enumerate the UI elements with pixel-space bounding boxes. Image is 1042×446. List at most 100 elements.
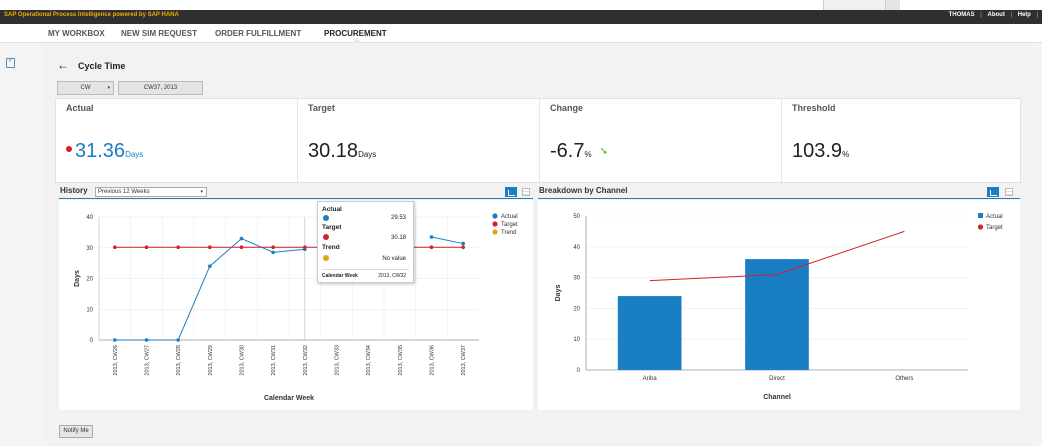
tooltip-target-label: Target [322, 224, 342, 231]
tooltip-divider [322, 269, 409, 270]
kpi-label: Actual [66, 103, 94, 113]
task-check-icon[interactable] [6, 56, 15, 68]
notify-me-button[interactable]: Notify Me [59, 425, 93, 438]
chevron-down-icon: ▾ [200, 189, 203, 195]
data-point-target [429, 245, 434, 249]
y-axis-title: Days [555, 285, 562, 302]
y-tick-label: 0 [90, 338, 94, 344]
kpi-target-number: 30.18 [308, 140, 359, 162]
data-point-target [144, 245, 149, 249]
data-point-actual [239, 236, 244, 241]
data-point-actual [144, 338, 149, 342]
bar-ariba [617, 296, 682, 370]
tooltip-week-value: 2013, CW32 [378, 273, 406, 279]
actual-dot-icon [323, 215, 329, 221]
data-point-target [208, 245, 212, 249]
kpi-label: Threshold [792, 103, 836, 113]
x-tick-label: Ariba [643, 376, 658, 382]
app-header: SAP Operational Process Intelligence pow… [0, 10, 1042, 24]
kpi-unit: % [584, 150, 592, 159]
help-link[interactable]: Help [1018, 12, 1031, 18]
kpi-threshold-number: 103.9 [792, 140, 843, 162]
x-tick-label: 2013, CW27 [145, 345, 151, 376]
data-point-target [176, 245, 180, 249]
x-tick-label: Direct [769, 376, 785, 382]
x-tick-label: 2013, CW35 [398, 345, 404, 376]
kpi-panel: Actual 31.36Days Target 30.18Days Change… [55, 98, 1022, 184]
data-point-target [303, 245, 307, 249]
tooltip-week-label: Calendar Week [322, 273, 358, 279]
y-tick-label: 0 [577, 368, 581, 374]
chart-tooltip: Actual 29.53 Target 30.18 Trend No value… [317, 201, 414, 283]
series-line-actual [114, 237, 305, 341]
y-tick-label: 20 [573, 306, 580, 312]
data-point-actual [429, 235, 434, 239]
tooltip-trend-value: No value [382, 256, 406, 262]
tab-procurement[interactable]: PROCUREMENT [324, 29, 387, 38]
kpi-unit: Days [358, 150, 377, 159]
data-point-actual [176, 338, 180, 342]
y-tick-label: 30 [86, 246, 93, 252]
x-tick-label: 2013, CW36 [430, 345, 436, 376]
x-tick-label: 2013, CW26 [113, 345, 119, 376]
user-name-link[interactable]: THOMAS [949, 12, 975, 18]
breakdown-title: Breakdown by Channel [539, 186, 628, 195]
x-tick-label: 2013, CW34 [366, 345, 372, 376]
kpi-label: Change [550, 103, 584, 113]
kpi-actual[interactable]: Actual 31.36Days [56, 99, 298, 184]
trend-dot-icon [323, 255, 329, 261]
tooltip-actual-value: 29.53 [390, 215, 406, 221]
data-point-actual [271, 250, 275, 255]
history-chart-panel: 0 10 20 30 40 2013, CW26 2013, CW27 2013, CW28 2… [59, 200, 533, 410]
chevron-down-icon: ▾ [107, 85, 110, 91]
page-title: Cycle Time [78, 61, 126, 71]
breakdown-chart[interactable]: 0 10 20 30 40 50 Ariba Direct Others Days Channel A… [538, 200, 1020, 410]
table-view-icon[interactable] [1005, 188, 1013, 196]
x-axis-title: Channel [763, 394, 791, 401]
y-tick-label: 50 [573, 214, 580, 220]
tab-my-workbox[interactable]: MY WORKBOX [48, 29, 105, 38]
period-value-button[interactable]: CW37, 2013 [118, 81, 203, 95]
period-type-select[interactable]: CW ▾ [57, 81, 114, 95]
kpi-value: 31.36Days [66, 140, 143, 163]
chart-view-icon[interactable] [505, 187, 517, 197]
kpi-label: Target [308, 103, 335, 113]
legend-marker [492, 229, 498, 235]
breakdown-header: Breakdown by Channel [538, 185, 1020, 199]
about-link[interactable]: About [988, 12, 1005, 18]
kpi-value: 30.18Days [308, 140, 376, 163]
breakdown-chart-panel: 0 10 20 30 40 50 Ariba Direct Others Days Channel A… [538, 200, 1020, 410]
period-type-value: CW [80, 85, 91, 91]
x-tick-label: 2013, CW30 [240, 345, 246, 376]
app-title: SAP Operational Process Intelligence pow… [4, 12, 179, 18]
data-point-actual [208, 264, 212, 268]
history-title: History [60, 186, 88, 195]
main-nav: MY WORKBOX NEW SIM REQUEST ORDER FULFILL… [0, 24, 1042, 43]
x-tick-label: 2013, CW28 [176, 345, 182, 376]
x-tick-label: Others [895, 376, 913, 382]
down-right-arrow-icon: ➘ [599, 146, 608, 157]
legend-label: Target [501, 222, 518, 228]
browser-toolbar-strip [0, 0, 1042, 10]
chart-view-icon[interactable] [987, 187, 999, 197]
x-tick-label: 2013, CW31 [271, 345, 277, 376]
y-tick-label: 30 [573, 276, 580, 282]
legend-marker [492, 221, 498, 227]
kpi-change[interactable]: Change -6.7% ➘ [540, 99, 782, 184]
kpi-change-number: -6.7 [550, 140, 585, 162]
tab-order-fulfillment[interactable]: ORDER FULFILLMENT [215, 29, 301, 38]
back-arrow-icon[interactable]: ← [57, 58, 69, 72]
header-separator: | [1010, 12, 1013, 18]
data-point-target [239, 245, 244, 249]
history-range-select[interactable]: Previous 12 Weeks ▾ [95, 187, 207, 197]
kpi-target[interactable]: Target 30.18Days [298, 99, 540, 184]
data-point-target [271, 245, 275, 249]
legend-label: Trend [501, 230, 516, 236]
x-tick-label: 2013, CW32 [303, 345, 309, 376]
kpi-threshold[interactable]: Threshold 103.9% [782, 99, 1022, 184]
table-view-icon[interactable] [522, 188, 530, 196]
data-point-actual [113, 338, 117, 342]
legend-marker [977, 224, 984, 230]
history-chart[interactable]: 0 10 20 30 40 2013, CW26 2013, CW27 2013, CW28 2… [59, 200, 533, 410]
tab-new-sim-request[interactable]: NEW SIM REQUEST [121, 29, 197, 38]
